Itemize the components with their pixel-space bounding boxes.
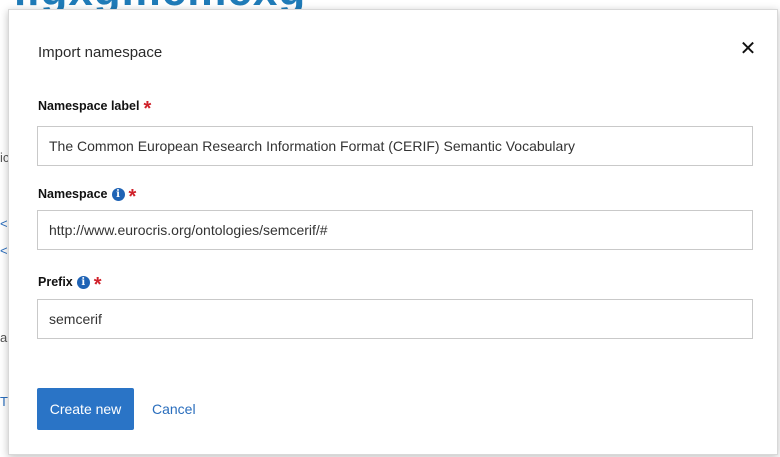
namespace-label: Namespace i * (38, 186, 137, 208)
background-link-fragment: T (0, 394, 8, 409)
create-new-button[interactable]: Create new (37, 388, 134, 430)
background-link-fragment: < (0, 216, 8, 231)
background-text-fragment: a (0, 330, 8, 345)
close-icon[interactable]: ✕ (737, 38, 759, 60)
namespace-label-input[interactable] (37, 126, 753, 166)
background-link-fragment: < (0, 243, 8, 258)
prefix-input[interactable] (37, 299, 753, 339)
import-namespace-dialog: Import namespace ✕ Namespace label * Nam… (8, 9, 778, 455)
namespace-label-label: Namespace label * (38, 98, 152, 120)
required-asterisk-icon: * (143, 98, 152, 120)
prefix-label: Prefix i * (38, 274, 102, 296)
info-icon[interactable]: i (76, 275, 90, 289)
background-text-fragment: ic (0, 150, 8, 165)
cancel-button[interactable]: Cancel (152, 401, 196, 417)
field-label-text: Namespace (38, 187, 108, 201)
required-asterisk-icon: * (128, 186, 137, 208)
info-icon[interactable]: i (111, 187, 125, 201)
field-label-text: Prefix (38, 275, 73, 289)
dialog-title: Import namespace (38, 44, 163, 61)
field-label-text: Namespace label (38, 99, 140, 113)
required-asterisk-icon: * (93, 274, 102, 296)
namespace-input[interactable] (37, 210, 753, 250)
